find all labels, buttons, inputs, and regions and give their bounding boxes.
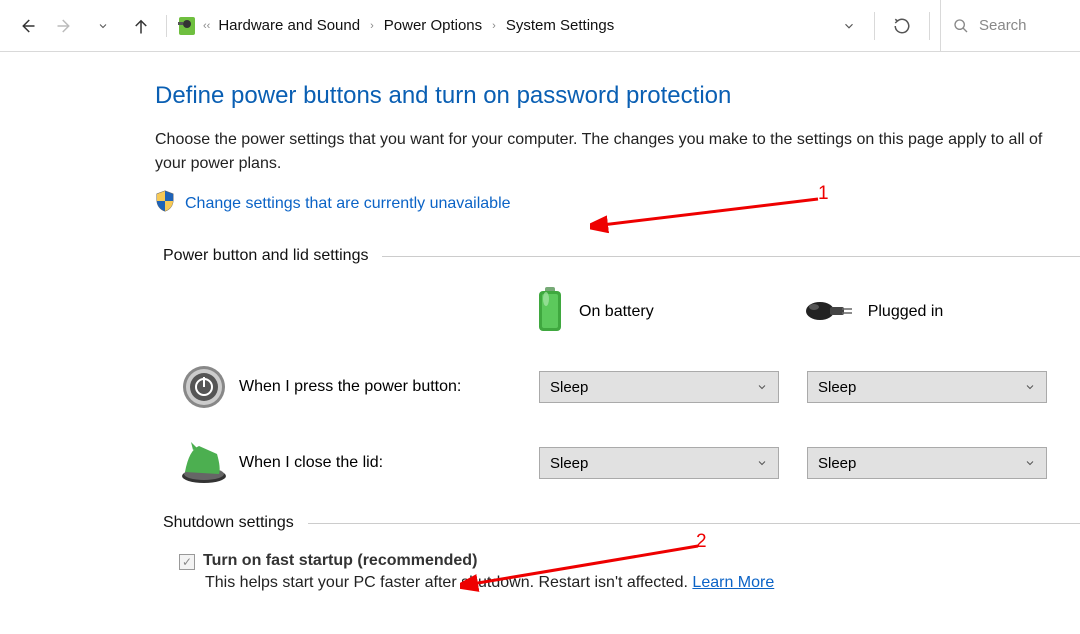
section-header-power-button: Power button and lid settings xyxy=(163,247,368,265)
battery-icon xyxy=(535,285,565,338)
breadcrumb-dropdown[interactable] xyxy=(834,19,864,33)
separator xyxy=(874,12,875,40)
chevron-right-icon: › xyxy=(492,20,496,32)
search-placeholder: Search xyxy=(979,17,1027,34)
separator xyxy=(166,15,167,37)
up-button[interactable] xyxy=(124,9,158,43)
back-button[interactable] xyxy=(10,9,44,43)
forward-button[interactable] xyxy=(48,9,82,43)
column-label: Plugged in xyxy=(868,303,944,321)
section-header-shutdown: Shutdown settings xyxy=(163,514,294,532)
search-icon xyxy=(953,18,969,34)
power-button-icon xyxy=(179,362,229,412)
column-label: On battery xyxy=(579,303,654,321)
uac-shield-icon xyxy=(155,190,175,217)
power-button-plugged-select[interactable]: Sleep xyxy=(807,371,1047,403)
close-lid-icon xyxy=(179,438,229,488)
select-value: Sleep xyxy=(550,455,588,472)
fast-startup-description: This helps start your PC faster after sh… xyxy=(205,574,1080,592)
close-lid-plugged-select[interactable]: Sleep xyxy=(807,447,1047,479)
recent-locations-button[interactable] xyxy=(86,9,120,43)
chevron-down-icon xyxy=(756,457,768,469)
power-button-battery-select[interactable]: Sleep xyxy=(539,371,779,403)
select-value: Sleep xyxy=(818,379,856,396)
close-lid-label: When I close the lid: xyxy=(239,454,539,472)
main-content: Define power buttons and turn on passwor… xyxy=(0,52,1080,592)
page-title: Define power buttons and turn on passwor… xyxy=(155,82,1080,110)
annotation-label-2: 2 xyxy=(696,531,707,553)
plug-icon xyxy=(804,293,854,330)
toolbar: ‹‹ Hardware and Sound › Power Options › … xyxy=(0,0,1080,52)
annotation-label-1: 1 xyxy=(818,183,829,205)
breadcrumb-item[interactable]: Power Options xyxy=(380,15,486,36)
power-button-label: When I press the power button: xyxy=(239,378,539,396)
breadcrumb-item[interactable]: System Settings xyxy=(502,15,618,36)
chevron-right-icon: › xyxy=(370,20,374,32)
close-lid-battery-select[interactable]: Sleep xyxy=(539,447,779,479)
control-panel-icon xyxy=(175,14,199,38)
select-value: Sleep xyxy=(550,379,588,396)
fast-startup-label: Turn on fast startup (recommended) xyxy=(203,552,477,570)
page-description: Choose the power settings that you want … xyxy=(155,128,1075,176)
column-header-battery: On battery xyxy=(535,285,654,338)
divider xyxy=(308,523,1080,524)
column-header-plugged: Plugged in xyxy=(804,293,944,330)
learn-more-link[interactable]: Learn More xyxy=(692,574,774,591)
chevron-down-icon xyxy=(1024,381,1036,393)
refresh-button[interactable] xyxy=(885,9,919,43)
breadcrumb-item[interactable]: Hardware and Sound xyxy=(214,15,364,36)
select-value: Sleep xyxy=(818,455,856,472)
chevron-left-icon: ‹‹ xyxy=(203,20,210,32)
divider xyxy=(382,256,1080,257)
fast-startup-checkbox[interactable]: ✓ xyxy=(179,554,195,570)
search-box[interactable]: Search xyxy=(940,0,1070,51)
breadcrumb: Hardware and Sound › Power Options › Sys… xyxy=(214,15,830,36)
chevron-down-icon xyxy=(756,381,768,393)
change-unavailable-settings-link[interactable]: Change settings that are currently unava… xyxy=(185,195,511,213)
separator xyxy=(929,12,930,40)
chevron-down-icon xyxy=(1024,457,1036,469)
